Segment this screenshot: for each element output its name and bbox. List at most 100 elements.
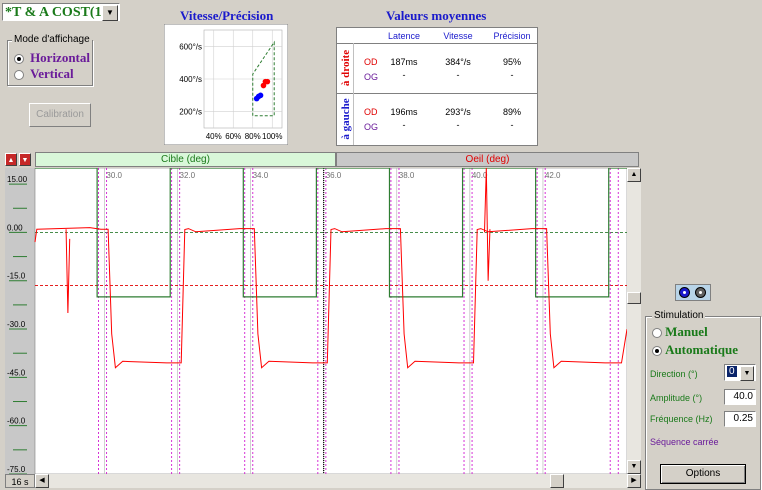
row-left-og-vitesse: -: [456, 120, 460, 130]
y-tick-label: 15.00: [7, 175, 28, 184]
eye-right-icon[interactable]: [679, 287, 690, 298]
row-right-og-precision: -: [510, 70, 514, 80]
y-tick-label: -45.0: [7, 368, 26, 377]
row-left-od-precision: 89%: [502, 107, 521, 117]
eye-left-icon[interactable]: [695, 287, 706, 298]
track-cible[interactable]: Cible (deg): [35, 152, 336, 167]
x-tick-label: 42.0: [545, 171, 561, 180]
scatter-xtick-label: 60%: [225, 132, 241, 141]
y-tick-label: 0.00: [7, 223, 23, 232]
track-oeil-label: Oeil (deg): [465, 154, 510, 165]
radio-automatique-indicator[interactable]: [652, 346, 662, 357]
options-button[interactable]: Options: [660, 464, 746, 484]
scroll-up-button[interactable]: ▲: [5, 153, 17, 166]
side-label-right: à droite: [338, 44, 354, 93]
time-scale-label: 16 s: [5, 474, 35, 488]
col-latence-header: Latence: [387, 31, 421, 41]
chevron-down-icon[interactable]: ▼: [102, 5, 118, 21]
stimulation-legend: Stimulation: [652, 310, 706, 321]
results-table: Latence Vitesse Précision à droite OD 18…: [336, 27, 538, 146]
scrollbar-down-arrow[interactable]: ▼: [627, 460, 641, 474]
average-values-title: Valeurs moyennes: [386, 8, 487, 23]
group-divider: [337, 93, 537, 94]
direction-value: 0: [727, 366, 737, 377]
track-oeil[interactable]: Oeil (deg): [336, 152, 639, 167]
radio-vertical-label: Vertical: [30, 66, 74, 81]
scrollbar-up-arrow[interactable]: ▲: [627, 168, 641, 182]
calibration-button[interactable]: Calibration: [29, 103, 91, 127]
frequence-label: Fréquence (Hz): [650, 414, 713, 424]
display-mode-legend: Mode d'affichage: [12, 34, 92, 45]
row-left-od-latence: 196ms: [390, 107, 418, 117]
scatter-point: [253, 95, 260, 102]
sequence-label: Séquence carrée: [650, 437, 719, 447]
radio-horizontal-indicator[interactable]: [14, 54, 24, 65]
y-tick-label: -60.0: [7, 417, 26, 426]
row-left-og-latence: -: [402, 120, 406, 130]
radio-automatique-label: Automatique: [665, 342, 739, 357]
x-tick-label: 38.0: [399, 171, 415, 180]
scatter-ytick-label: 200°/s: [179, 108, 202, 117]
radio-manuel[interactable]: Manuel: [652, 324, 708, 340]
speed-accuracy-title: Vitesse/Précision: [180, 8, 274, 23]
vertical-scrollbar[interactable]: ▲ ▼: [627, 168, 641, 474]
direction-chevron-down-icon[interactable]: ▼: [740, 366, 754, 381]
calibration-label: Calibration: [36, 109, 84, 120]
x-tick-label: 36.0: [326, 171, 342, 180]
channel-select[interactable]: *T & A COST(1) ▼: [2, 3, 120, 21]
side-label-left: à gauche: [338, 94, 354, 145]
row-right-og-latence: -: [402, 70, 406, 80]
radio-horizontal-label: Horizontal: [30, 50, 90, 65]
row-right-od-vitesse: 384°/s: [445, 57, 471, 67]
scroll-down-button[interactable]: ▼: [19, 153, 31, 166]
plot-background: [34, 168, 627, 474]
x-tick-label: 30.0: [106, 171, 122, 180]
radio-horizontal[interactable]: Horizontal: [14, 50, 90, 66]
speed-accuracy-chart: 600°/s 400°/s 200°/s 40% 60% 80% 100%: [164, 24, 288, 145]
radio-vertical-indicator[interactable]: [14, 70, 24, 81]
row-right-od-precision: 95%: [502, 57, 521, 67]
scatter-xtick-label: 40%: [206, 132, 222, 141]
amplitude-label: Amplitude (°): [650, 393, 703, 403]
col-precision-header: Précision: [493, 31, 531, 41]
row-left-og-precision: -: [510, 120, 514, 130]
x-tick-label: 34.0: [253, 171, 269, 180]
row-left-od-vitesse: 293°/s: [445, 107, 471, 117]
row-right-od-latence: 187ms: [390, 57, 418, 67]
scatter-xtick-label: 100%: [262, 132, 282, 141]
eye-icon-buttons: [675, 284, 711, 301]
side-label-left-text: à gauche: [340, 98, 352, 140]
radio-vertical[interactable]: Vertical: [14, 66, 74, 82]
y-tick-label: -30.0: [7, 320, 26, 329]
direction-select[interactable]: 0 ▼: [724, 364, 756, 381]
radio-automatique[interactable]: Automatique: [652, 342, 738, 358]
frequence-field[interactable]: 0.25: [724, 411, 756, 427]
horizontal-scrollbar[interactable]: ◀ ▶: [35, 474, 641, 488]
scatter-point: [260, 82, 267, 89]
header-divider: [337, 43, 537, 44]
options-label: Options: [685, 468, 721, 479]
scatter-xtick-label: 80%: [245, 132, 261, 141]
row-right-og-vitesse: -: [456, 70, 460, 80]
scrollbar-thumb[interactable]: [627, 292, 641, 304]
direction-label: Direction (°): [650, 369, 698, 379]
radio-manuel-indicator[interactable]: [652, 328, 662, 339]
channel-select-value: *T & A COST(1): [5, 5, 107, 20]
amplitude-field[interactable]: 40.0: [724, 389, 756, 405]
scrollbar-right-arrow[interactable]: ▶: [627, 474, 641, 488]
y-tick-label: -15.0: [7, 272, 26, 281]
col-vitesse-header: Vitesse: [443, 31, 473, 41]
amplitude-value: 40.0: [733, 391, 753, 402]
frequence-value: 0.25: [733, 413, 753, 424]
scrollbar-h-thumb[interactable]: [550, 474, 564, 488]
track-cible-label: Cible (deg): [161, 154, 210, 165]
scatter-ytick-label: 400°/s: [179, 75, 202, 84]
side-label-right-text: à droite: [340, 49, 352, 87]
radio-manuel-label: Manuel: [665, 324, 708, 339]
time-scale-value: 16 s: [11, 477, 29, 487]
signal-plot: 15.00 0.00 -15.0 -30.0 -45.0 -60.0 -75.0 30.0 32…: [5, 168, 627, 474]
x-tick-label: 32.0: [180, 171, 196, 180]
scrollbar-left-arrow[interactable]: ◀: [35, 474, 49, 488]
scatter-ytick-label: 600°/s: [179, 42, 202, 51]
y-tick-label: -75.0: [7, 465, 26, 474]
